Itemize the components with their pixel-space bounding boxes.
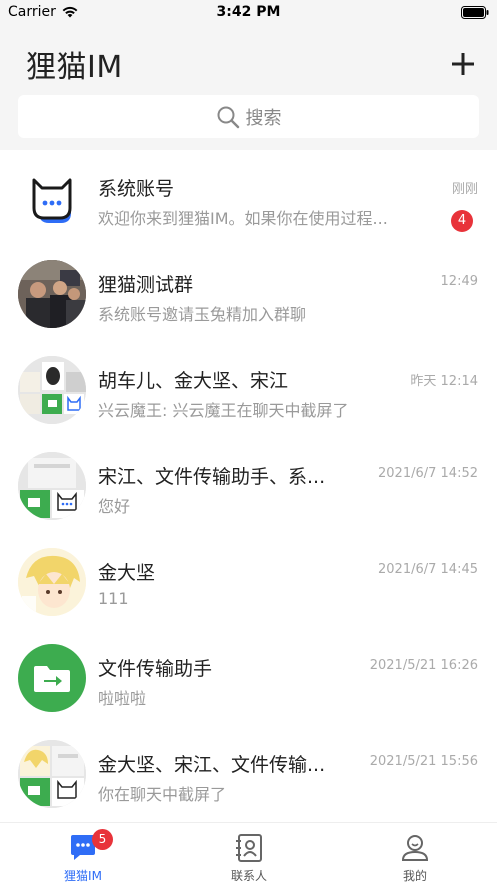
anime-avatar <box>18 548 86 616</box>
chat-name: 宋江、文件传输助手、系... <box>98 466 326 488</box>
group-grid-image <box>18 356 86 424</box>
chat-name: 文件传输助手 <box>98 658 213 680</box>
search-placeholder: 搜索 <box>245 107 282 129</box>
group-grid-image <box>18 452 86 520</box>
group-photo-avatar <box>18 260 86 328</box>
file-transfer-avatar <box>18 644 86 712</box>
chat-preview: 欢迎你来到狸猫IM。如果你在使用过程... <box>98 209 388 228</box>
tab-bar: 5 狸猫IM 联系人 我的 <box>0 822 497 883</box>
tab-label: 我的 <box>402 869 427 883</box>
chat-preview: 您好 <box>98 497 131 516</box>
profile-icon <box>401 835 429 861</box>
anime-character-image <box>18 548 86 616</box>
group-grid-avatar <box>18 740 86 808</box>
chat-row-group-hu[interactable]: 胡车儿、金大坚、宋江 兴云魔王: 兴云魔王在聊天中截屏了 昨天 12:14 <box>0 342 497 438</box>
chat-row-test-group[interactable]: 狸猫测试群 系统账号邀请玉兔精加入群聊 12:49 <box>0 246 497 342</box>
chat-name: 金大坚、宋江、文件传输... <box>98 754 326 776</box>
chat-time: 昨天 12:14 <box>410 374 478 389</box>
cat-icon <box>32 178 72 223</box>
group-grid-image <box>18 740 86 808</box>
header-area: Carrier 3:42 PM 狸猫IM 搜索 <box>0 0 497 150</box>
chat-row-jin[interactable]: 金大坚 111 2021/6/7 14:45 <box>0 534 497 630</box>
group-grid-avatar <box>18 452 86 520</box>
battery-icon <box>461 6 489 19</box>
chat-row-file-transfer[interactable]: 文件传输助手 啦啦啦 2021/5/21 16:26 <box>0 630 497 726</box>
tab-contacts[interactable]: 联系人 <box>166 823 332 883</box>
plus-icon[interactable] <box>449 50 477 78</box>
chat-preview: 111 <box>98 589 129 608</box>
chat-preview: 啦啦啦 <box>98 689 147 708</box>
folder-arrow-icon <box>34 666 70 692</box>
tab-chats[interactable]: 5 狸猫IM <box>0 823 166 883</box>
chat-preview: 兴云魔王: 兴云魔王在聊天中截屏了 <box>98 401 349 420</box>
chat-preview: 你在聊天中截屏了 <box>98 785 227 804</box>
system-cat-avatar <box>18 164 86 232</box>
chat-name: 金大坚 <box>98 562 156 584</box>
chat-row-system-account[interactable]: 系统账号 欢迎你来到狸猫IM。如果你在使用过程... 刚刚 4 <box>0 150 497 246</box>
chat-row-group-song[interactable]: 宋江、文件传输助手、系... 您好 2021/6/7 14:52 <box>0 438 497 534</box>
contacts-icon <box>236 834 262 862</box>
chat-time: 2021/6/7 14:52 <box>378 466 478 481</box>
chat-row-group-jin[interactable]: 金大坚、宋江、文件传输... 你在聊天中截屏了 2021/5/21 15:56 <box>0 726 497 822</box>
chat-name: 胡车儿、金大坚、宋江 <box>98 370 289 392</box>
chat-time: 12:49 <box>440 274 478 289</box>
chat-time: 2021/5/21 16:26 <box>369 658 478 673</box>
chat-list[interactable]: 系统账号 欢迎你来到狸猫IM。如果你在使用过程... 刚刚 4 狸猫测试群 系统… <box>0 150 497 822</box>
status-time: 3:42 PM <box>216 4 281 20</box>
tab-profile[interactable]: 我的 <box>332 823 497 883</box>
chat-time: 2021/5/21 15:56 <box>369 754 478 769</box>
page-title: 狸猫IM <box>26 50 123 85</box>
tab-badge: 5 <box>92 829 113 850</box>
chat-time: 刚刚 <box>451 182 478 197</box>
tab-label: 狸猫IM <box>64 869 102 883</box>
tab-label: 联系人 <box>230 869 267 883</box>
chat-name: 系统账号 <box>98 178 175 200</box>
group-photo-image <box>18 260 86 328</box>
chat-time: 2021/6/7 14:45 <box>378 562 478 577</box>
unread-badge: 4 <box>451 210 473 232</box>
chat-preview: 系统账号邀请玉兔精加入群聊 <box>98 305 307 324</box>
status-bar: Carrier 3:42 PM <box>0 0 497 26</box>
group-grid-avatar <box>18 356 86 424</box>
chat-name: 狸猫测试群 <box>98 274 194 296</box>
search-input[interactable]: 搜索 <box>18 95 479 138</box>
search-icon <box>217 106 239 128</box>
